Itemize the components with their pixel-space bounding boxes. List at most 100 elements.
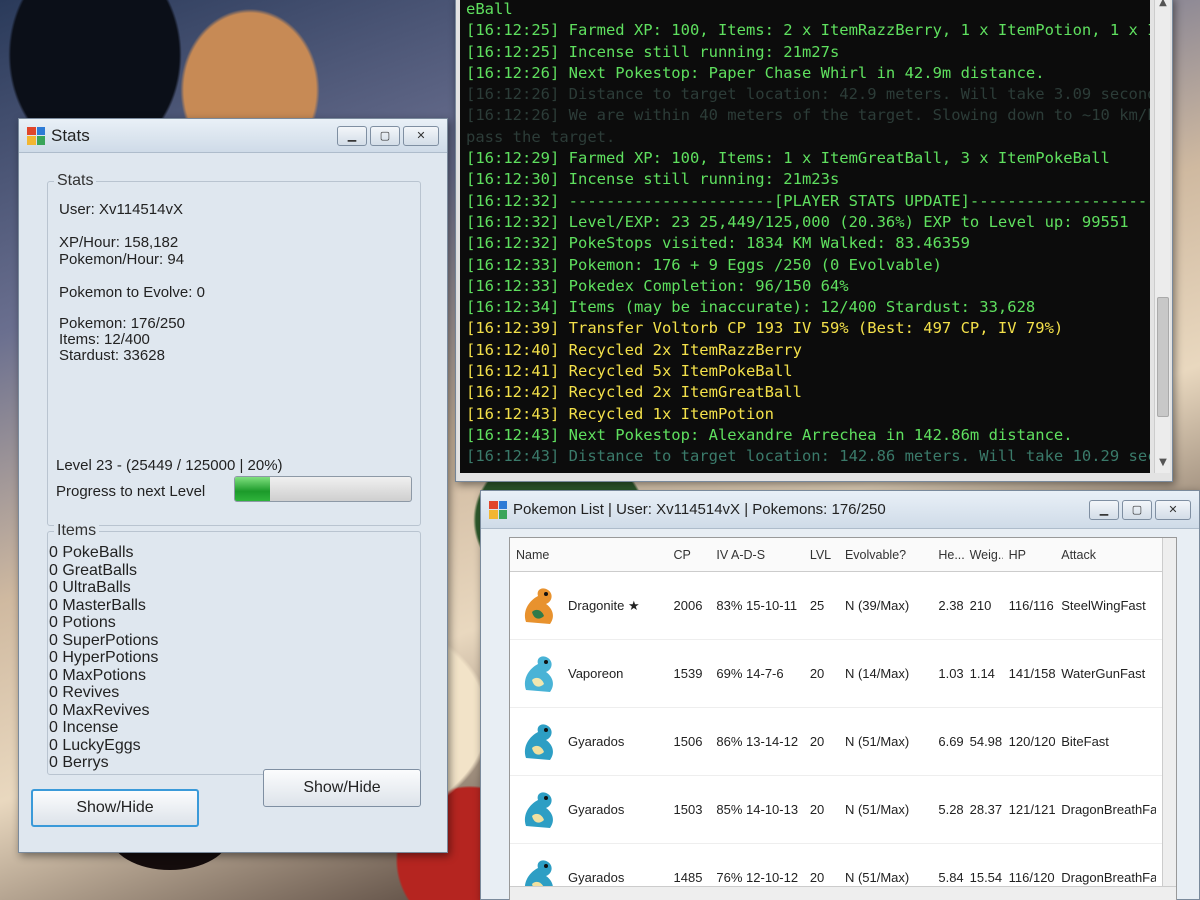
minimize-icon[interactable]: ▁ bbox=[1089, 499, 1119, 520]
cell-evo: N (51/Max) bbox=[844, 870, 910, 885]
item-line: 0 HyperPotions bbox=[49, 649, 159, 666]
pokemon-list-titlebar[interactable]: Pokemon List | User: Xv114514vX | Pokemo… bbox=[481, 491, 1199, 529]
show-hide-button-right[interactable]: Show/Hide bbox=[263, 769, 421, 807]
pokemon-grid: NameCPIV A-D-SLVLEvolvable?He...Weig...H… bbox=[509, 537, 1177, 900]
scrollbar-thumb[interactable] bbox=[1157, 297, 1169, 417]
cell-cp: 2006 bbox=[673, 598, 703, 613]
console-line: [16:12:42] Recycled 2x ItemGreatBall bbox=[466, 383, 802, 402]
cell-evo: N (39/Max) bbox=[844, 598, 910, 613]
pokemon-list-window: Pokemon List | User: Xv114514vX | Pokemo… bbox=[480, 490, 1200, 900]
items-list: 0 PokeBalls 0 GreatBalls 0 UltraBalls 0 Mas… bbox=[49, 544, 158, 772]
app-icon bbox=[27, 126, 45, 145]
cell-hp: 141/158 bbox=[1008, 666, 1056, 681]
stats-titlebar[interactable]: Stats ▁ ▢ ✕ bbox=[19, 119, 447, 153]
column-header[interactable]: HP bbox=[1003, 548, 1056, 562]
maximize-icon[interactable]: ▢ bbox=[1122, 499, 1152, 520]
column-header[interactable]: Weig... bbox=[964, 548, 1003, 562]
pokemon-name-cell: Gyarados bbox=[510, 718, 668, 766]
column-header[interactable]: LVL bbox=[804, 548, 839, 562]
item-line: 0 LuckyEggs bbox=[49, 736, 141, 754]
console-scrollbar[interactable]: ▲ ▼ bbox=[1154, 0, 1170, 473]
cell-hp: 116/120 bbox=[1008, 870, 1055, 885]
column-header[interactable]: Evolvable? bbox=[839, 548, 932, 562]
table-row[interactable]: Gyarados 1503 85% 14-10-13 20 N (51/Max) 5.28… bbox=[510, 776, 1176, 844]
group-label: Items bbox=[54, 522, 100, 540]
cell-he: 1.03 bbox=[938, 666, 964, 681]
progress-label: Progress to next Level bbox=[56, 483, 206, 500]
item-line: 0 MasterBalls bbox=[49, 596, 146, 614]
item-line: 0 MaxPotions bbox=[49, 666, 146, 684]
pokemon-name-cell: Vaporeon bbox=[510, 650, 668, 698]
pokemon-to-evolve: Pokemon to Evolve: 0 bbox=[59, 284, 205, 301]
cell-hp: 116/116 bbox=[1008, 598, 1054, 613]
item-line: 0 PokeBalls bbox=[49, 544, 134, 561]
cell-wei: 28.37 bbox=[969, 802, 1003, 817]
column-header[interactable]: IV A-D-S bbox=[710, 548, 803, 562]
cell-iv: 69% 14-7-6 bbox=[716, 666, 784, 681]
pokemon-name: Gyarados bbox=[568, 734, 625, 749]
grid-horizontal-scrollbar[interactable] bbox=[510, 886, 1176, 900]
console-line: [16:12:39] Transfer Voltorb CP 193 IV 59… bbox=[466, 319, 1064, 338]
pokemon-count: Pokemon: 176/250 bbox=[59, 315, 185, 332]
pokemon-per-hour: Pokemon/Hour: 94 bbox=[59, 251, 185, 268]
grid-vertical-scrollbar[interactable] bbox=[1162, 538, 1176, 900]
cell-cp: 1485 bbox=[673, 870, 703, 885]
item-line: 0 Berrys bbox=[49, 754, 109, 771]
column-header[interactable]: Attack bbox=[1055, 548, 1156, 562]
cell-evo: N (51/Max) bbox=[844, 802, 910, 817]
level-info: Level 23 - (25449 / 125000 | 20%) bbox=[56, 457, 283, 474]
console-line: [16:12:43] Recycled 1x ItemPotion bbox=[466, 404, 774, 423]
console-line: [16:12:41] Recycled 5x ItemPokeBall bbox=[466, 362, 793, 381]
cell-evo: N (51/Max) bbox=[844, 734, 910, 749]
cell-he: 5.28 bbox=[938, 802, 964, 817]
cell-cp: 1506 bbox=[673, 734, 703, 749]
cell-iv: 86% 13-14-12 bbox=[716, 734, 799, 749]
cell-lvl: 20 bbox=[809, 666, 825, 681]
app-icon bbox=[489, 500, 507, 519]
cell-iv: 83% 15-10-11 bbox=[716, 598, 798, 613]
minimize-icon[interactable]: ▁ bbox=[337, 125, 367, 146]
pokemon-sprite-icon bbox=[524, 587, 553, 624]
cell-he: 5.84 bbox=[938, 870, 964, 885]
show-hide-button-left[interactable]: Show/Hide bbox=[31, 789, 199, 827]
item-line: 0 Revives bbox=[49, 684, 120, 701]
pokemon-sprite-icon bbox=[524, 791, 553, 828]
item-line: 0 Potions bbox=[49, 614, 116, 631]
cell-hp: 120/120 bbox=[1008, 734, 1056, 749]
column-header[interactable]: Name bbox=[510, 548, 668, 562]
console-log: eBall [16:12:25] Farmed XP: 100, Items: 2… bbox=[460, 0, 1150, 473]
table-row[interactable]: Dragonite ★ 2006 83% 15-10-11 25 N (39/Max) 2… bbox=[510, 572, 1176, 640]
pokemon-name: Gyarados bbox=[568, 870, 625, 885]
cell-wei: 210 bbox=[969, 598, 992, 613]
cell-attack: BiteFast bbox=[1061, 734, 1109, 749]
console-line: [16:12:26] Distance to target location: … bbox=[466, 85, 1150, 104]
column-header[interactable]: CP bbox=[668, 548, 711, 562]
maximize-icon[interactable]: ▢ bbox=[370, 125, 400, 146]
cell-evo: N (14/Max) bbox=[844, 666, 910, 681]
cell-wei: 1.14 bbox=[969, 666, 995, 681]
pokemon-name: Dragonite ★ bbox=[568, 597, 640, 613]
progress-fill bbox=[235, 477, 271, 501]
console-line: pass the target. bbox=[466, 127, 616, 146]
pokemon-sprite-icon bbox=[524, 655, 553, 692]
window-title: Pokemon List | User: Xv114514vX | Pokemo… bbox=[513, 501, 886, 518]
cell-lvl: 20 bbox=[809, 734, 825, 749]
item-line: 0 SuperPotions bbox=[49, 631, 159, 649]
table-row[interactable]: Vaporeon 1539 69% 14-7-6 20 N (14/Max) 1.03 1.… bbox=[510, 640, 1176, 708]
cell-attack: DragonBreathFast bbox=[1061, 870, 1157, 885]
table-row[interactable]: Gyarados 1506 86% 13-14-12 20 N (51/Max) 6.69… bbox=[510, 708, 1176, 776]
column-header[interactable]: He... bbox=[932, 548, 963, 562]
console-line: [16:12:30] Incense still running: 21m23s bbox=[466, 170, 840, 189]
close-icon[interactable]: ✕ bbox=[403, 125, 439, 146]
console-line: [16:12:43] Distance to target location: … bbox=[466, 447, 1150, 466]
stats-window: Stats ▁ ▢ ✕ Stats User: Xv114514vX XP/Ho… bbox=[18, 118, 448, 853]
scroll-down-icon[interactable]: ▼ bbox=[1155, 457, 1171, 473]
cell-attack: DragonBreathFast bbox=[1061, 802, 1157, 817]
pokemon-sprite-icon bbox=[524, 723, 553, 760]
cell-wei: 15.54 bbox=[969, 870, 1003, 885]
pokemon-name-cell: Gyarados bbox=[510, 786, 668, 834]
cell-hp: 121/121 bbox=[1008, 802, 1056, 817]
close-icon[interactable]: ✕ bbox=[1155, 499, 1191, 520]
scroll-up-icon[interactable]: ▲ bbox=[1155, 0, 1171, 13]
window-title: Stats bbox=[51, 125, 90, 145]
